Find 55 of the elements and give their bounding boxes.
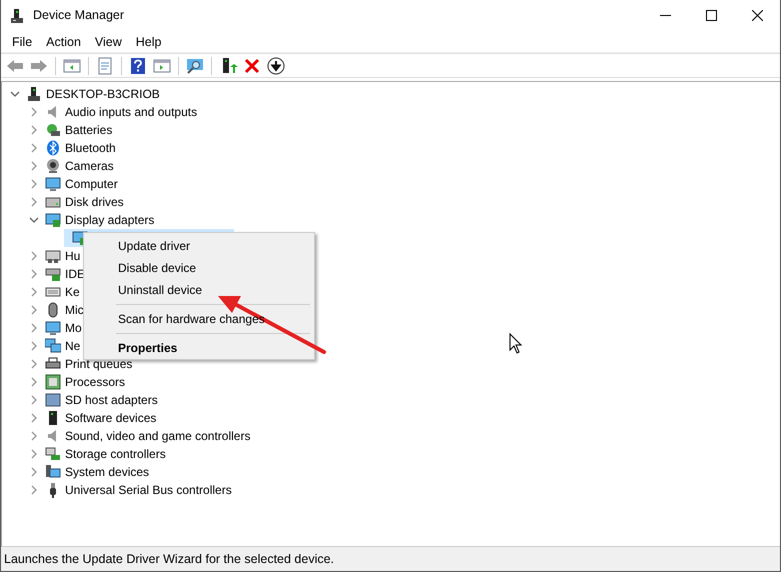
tree-item[interactable]: Mic: [64, 302, 85, 318]
close-icon: [752, 10, 762, 21]
device-icon: [45, 320, 61, 336]
device-icon: [45, 338, 61, 354]
tree-item[interactable]: Print queues: [64, 356, 134, 372]
tree-item[interactable]: Disk drives: [64, 194, 125, 210]
status-text: Launches the Update Driver Wizard for the selected device.: [1, 547, 780, 571]
device-icon: [45, 464, 61, 480]
device-icon: [45, 122, 61, 138]
tree-item[interactable]: Hu: [64, 248, 82, 264]
tree-item[interactable]: Software devices: [64, 410, 158, 426]
tree-item[interactable]: Cameras: [64, 158, 115, 174]
tree-item[interactable]: DESKTOP-B3CRIOB: [45, 86, 161, 102]
tree-item[interactable]: Mo: [64, 320, 83, 336]
tree-item[interactable]: Bluetooth: [64, 140, 117, 156]
tree-item[interactable]: Storage controllers: [64, 446, 167, 462]
cursor-icon: [510, 332, 522, 354]
tree-item[interactable]: Audio inputs and outputs: [64, 104, 198, 120]
tree-item[interactable]: Sound, video and game controllers: [64, 428, 252, 444]
tree-item[interactable]: Universal Serial Bus controllers: [64, 482, 233, 498]
chevron-down-icon: [29, 215, 39, 225]
device-icon: [45, 140, 61, 156]
menu-item[interactable]: View: [88, 32, 129, 52]
device-icon: [45, 392, 61, 408]
tree-item[interactable]: Ke: [64, 284, 81, 300]
menu-item[interactable]: Update driver: [86, 235, 312, 257]
menu-item[interactable]: Help: [128, 32, 168, 52]
toolbar-button[interactable]: [265, 54, 287, 76]
tree-item[interactable]: Processors: [64, 374, 126, 390]
tree-item[interactable]: Batteries: [64, 122, 114, 138]
device-icon: [45, 446, 61, 462]
tree-item[interactable]: Ne: [64, 338, 82, 354]
menu-item[interactable]: Disable device: [86, 257, 312, 279]
menu-item[interactable]: Uninstall device: [86, 279, 312, 301]
tree-item[interactable]: SD host adapters: [64, 392, 159, 408]
device-icon: [45, 374, 61, 390]
device-icon: [45, 248, 61, 264]
tree-item[interactable]: System devices: [64, 464, 150, 480]
tree-item[interactable]: IDE: [64, 266, 86, 282]
tree-item[interactable]: Display adapters: [64, 212, 156, 228]
maximize-icon: [706, 10, 716, 21]
tree-item[interactable]: Computer: [64, 176, 119, 192]
computer-icon: [26, 86, 42, 102]
help-icon: [128, 56, 148, 76]
device-icon: [45, 266, 61, 282]
device-icon: [45, 158, 61, 174]
chevron-down-icon: [10, 89, 20, 99]
app-icon: [9, 8, 25, 24]
download-icon: [266, 56, 286, 76]
window-title: Device Manager: [33, 7, 124, 24]
menu-item[interactable]: File: [5, 32, 40, 52]
menu-item[interactable]: Properties: [86, 337, 312, 359]
device-icon: [45, 212, 61, 228]
device-icon: [45, 176, 61, 192]
menu-item[interactable]: Action: [39, 32, 88, 52]
